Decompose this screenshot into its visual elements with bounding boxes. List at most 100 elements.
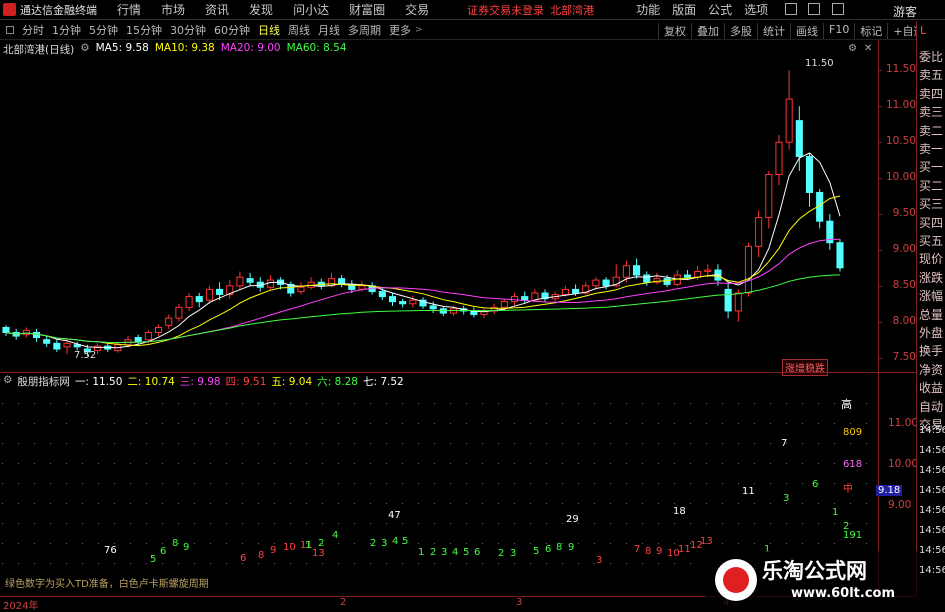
menu-gongshi[interactable]: 公式	[702, 1, 738, 18]
btn-fuquan[interactable]: 复权	[658, 23, 691, 39]
candle-body	[795, 120, 803, 158]
menu-hangqing[interactable]: 行情	[107, 1, 151, 18]
grid-dot	[34, 483, 35, 484]
menu-shichang[interactable]: 市场	[151, 1, 195, 18]
period-30min[interactable]: 30分钟	[166, 22, 210, 38]
menu-caifuquan[interactable]: 财富圈	[339, 1, 395, 18]
chevron-right-icon[interactable]: >	[415, 25, 423, 35]
period-60min[interactable]: 60分钟	[210, 22, 254, 38]
ma20-label: MA20: 9.00	[220, 42, 281, 54]
side-label: 卖四	[919, 86, 944, 101]
login-status[interactable]: 证券交易未登录	[467, 2, 544, 18]
grid-dot	[194, 463, 195, 464]
grid-dot	[114, 443, 115, 444]
candle-body	[429, 305, 437, 310]
period-weekly[interactable]: 周线	[284, 22, 314, 38]
grid-dot	[338, 503, 339, 504]
period-fenshi[interactable]: 分时	[18, 22, 48, 38]
grid-dot	[402, 523, 403, 524]
indicator-note: 绿色数字为买入TD准备，白色卢卡斯螺旋周期	[5, 579, 209, 590]
grid-dot	[722, 423, 723, 424]
period-daily[interactable]: 日线	[254, 22, 284, 38]
grid-dot	[626, 443, 627, 444]
period-more[interactable]: 更多	[385, 22, 415, 38]
grid-dot	[178, 523, 179, 524]
settings-icon-right[interactable]: ⚙	[848, 43, 857, 54]
period-toolbar: 分时 1分钟 5分钟 15分钟 30分钟 60分钟 日线 周线 月线 多周期 更…	[0, 21, 945, 40]
settings-icon[interactable]: ⚙	[80, 42, 89, 56]
grid-dot	[66, 483, 67, 484]
menu-gongneng[interactable]: 功能	[630, 1, 666, 18]
close-icon[interactable]	[832, 3, 844, 15]
period-15min[interactable]: 15分钟	[122, 22, 166, 38]
grid-dot	[258, 423, 259, 424]
kline-header: 北部湾港(日线) ⚙ MA5: 9.58 MA10: 9.38 MA20: 9.…	[3, 42, 347, 56]
grid-dot	[482, 523, 483, 524]
grid-dot	[658, 423, 659, 424]
td-count: 3	[596, 555, 602, 566]
grid-dot	[642, 543, 643, 544]
menu-jiaoyi[interactable]: 交易	[395, 1, 439, 18]
grid-dot	[850, 523, 851, 524]
grid-dot	[114, 423, 115, 424]
kline-chart[interactable]	[0, 56, 880, 372]
btn-huaxian[interactable]: 画线	[790, 23, 823, 39]
grid-dot	[658, 523, 659, 524]
candle-body	[683, 274, 691, 278]
btn-biaoji[interactable]: 标记	[854, 23, 887, 39]
menu-banmian[interactable]: 版面	[666, 1, 702, 18]
candle-body	[704, 269, 712, 272]
grid-dot	[370, 423, 371, 424]
ma20-line	[5, 238, 841, 344]
grid-dot	[434, 503, 435, 504]
btn-f10[interactable]: F10	[823, 23, 854, 39]
candle-body	[43, 339, 51, 344]
grid-dot	[98, 543, 99, 544]
grid-dot	[210, 403, 211, 404]
btn-diejia[interactable]: 叠加	[691, 23, 724, 39]
grid-dot	[258, 463, 259, 464]
side-label: 买五	[919, 234, 944, 248]
ind-item-5: 五: 9.04	[271, 376, 313, 388]
period-1min[interactable]: 1分钟	[48, 22, 85, 38]
side-label: 涨幅	[919, 289, 944, 304]
guest-user[interactable]: 游客	[893, 3, 917, 20]
grid-dot	[162, 483, 163, 484]
grid-dot	[162, 543, 163, 544]
side-time: 14:56	[919, 565, 945, 576]
period-multi[interactable]: 多周期	[344, 22, 385, 38]
candle-body	[602, 279, 610, 287]
grid-dot	[546, 483, 547, 484]
ind-tag-809: 809	[843, 427, 863, 438]
btn-tongji[interactable]: 统计	[757, 23, 790, 39]
period-monthly[interactable]: 月线	[314, 22, 344, 38]
menu-faxian[interactable]: 发现	[239, 1, 283, 18]
grid-dot	[626, 403, 627, 404]
close-chart-icon[interactable]: ✕	[864, 43, 872, 54]
btn-duogu[interactable]: 多股	[724, 23, 757, 39]
grid-dot	[786, 483, 787, 484]
side-label: 涨跌	[919, 270, 944, 285]
restore-icon[interactable]	[808, 3, 820, 15]
ind-settings-icon[interactable]: ⚙	[3, 374, 12, 388]
grid-dot	[690, 563, 691, 564]
grid-dot	[530, 443, 531, 444]
menu-xuanxiang[interactable]: 选项	[738, 1, 774, 18]
menu-zixun[interactable]: 资讯	[195, 1, 239, 18]
grid-dot	[98, 443, 99, 444]
td-count: 9	[270, 545, 276, 556]
menu-wenxiaoda[interactable]: 问小达	[283, 1, 339, 18]
grid-dot	[434, 543, 435, 544]
checkbox-icon[interactable]	[6, 26, 14, 34]
grid-dot	[786, 463, 787, 464]
grid-dot	[194, 543, 195, 544]
grid-dot	[210, 543, 211, 544]
grid-dot	[818, 543, 819, 544]
candle-body	[195, 296, 203, 303]
price-tick: 8.00	[892, 314, 916, 327]
grid-dot	[162, 403, 163, 404]
minimize-icon[interactable]	[785, 3, 797, 15]
td-count: 6	[160, 546, 166, 557]
period-5min[interactable]: 5分钟	[85, 22, 122, 38]
grid-dot	[482, 443, 483, 444]
